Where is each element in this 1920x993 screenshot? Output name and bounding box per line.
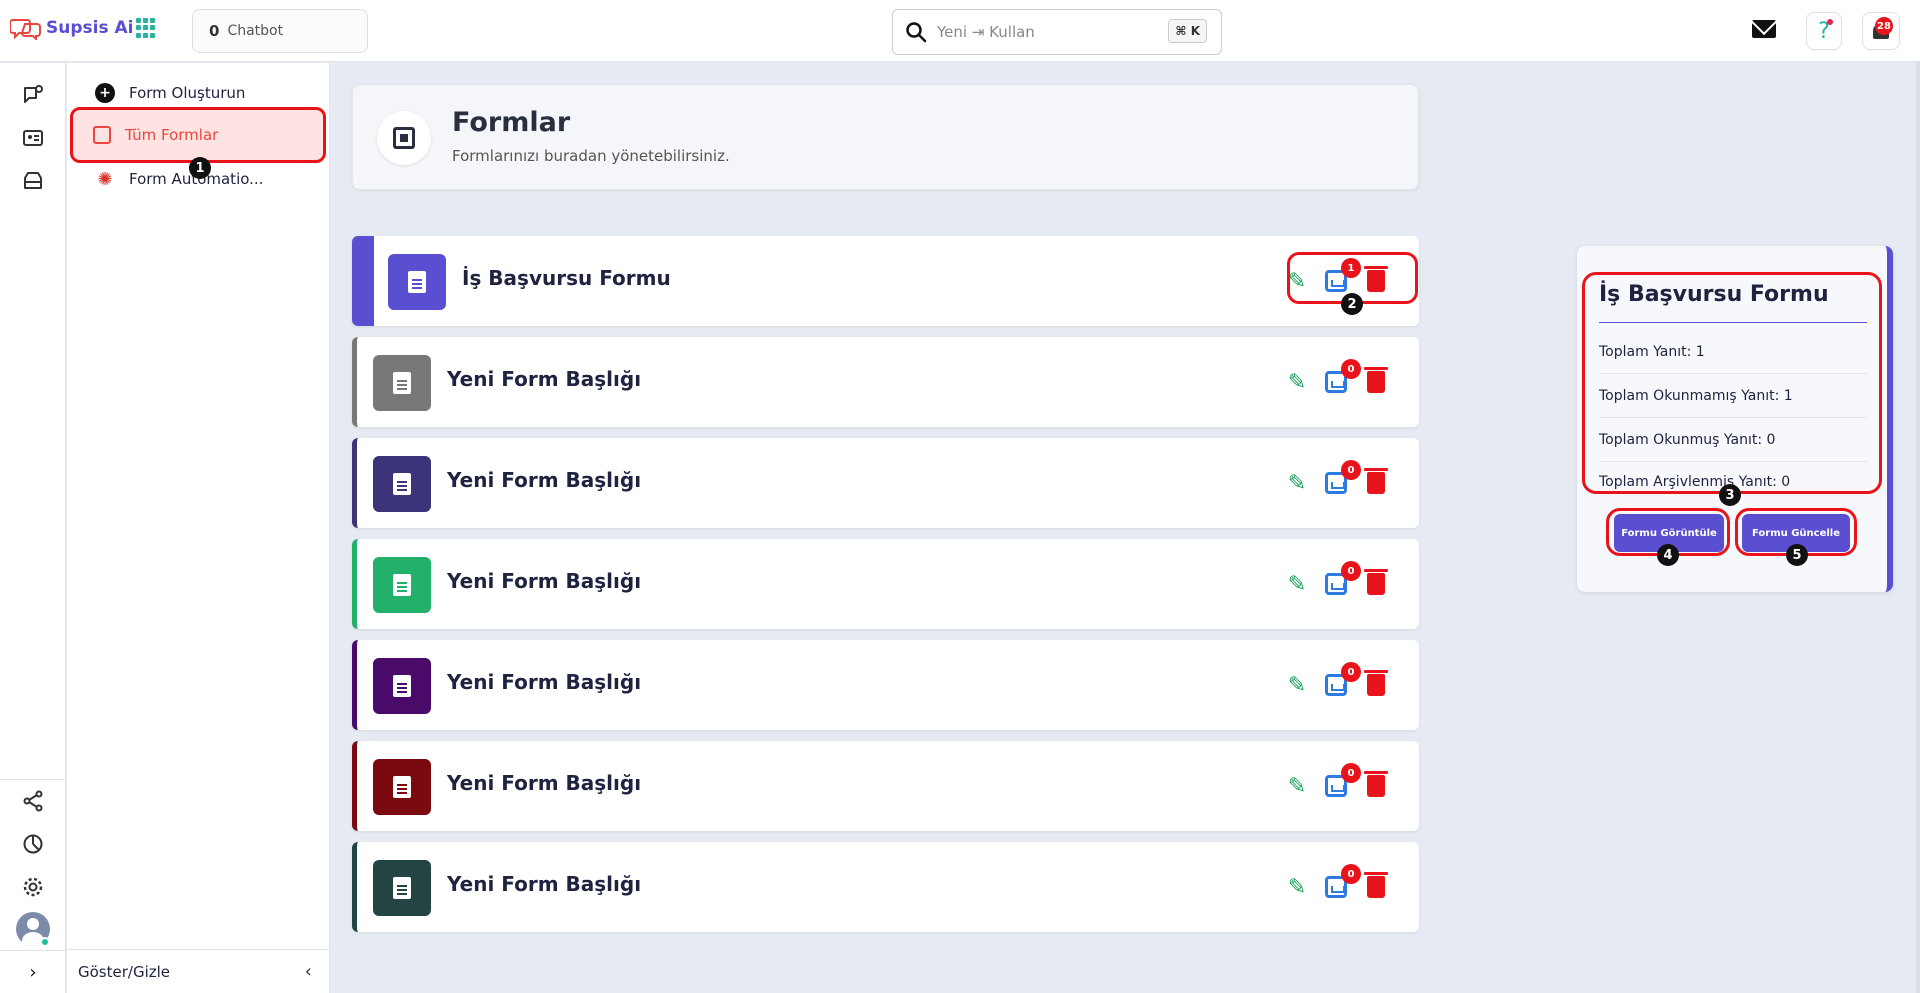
form-document-icon (373, 759, 431, 815)
form-actions: ✎ 0 (1285, 662, 1395, 702)
form-title[interactable]: Yeni Form Başlığı (447, 771, 641, 795)
forms-header-icon (377, 111, 431, 165)
sidebar-item-label: Tüm Formlar (125, 126, 219, 144)
notifications-button[interactable]: 28 (1862, 12, 1900, 50)
stat-total: Toplam Yanıt: 1 (1599, 330, 1867, 374)
edit-pencil-icon[interactable]: ✎ (1285, 371, 1309, 395)
form-row[interactable]: Yeni Form Başlığı ✎ 0 (352, 741, 1419, 831)
delete-trash-icon[interactable] (1364, 367, 1388, 393)
response-count-badge: 0 (1341, 662, 1361, 682)
brand-name: Supsis Ai (46, 18, 134, 38)
edit-pencil-icon[interactable]: ✎ (1285, 674, 1309, 698)
analytics-icon[interactable] (21, 832, 45, 856)
form-title[interactable]: Yeni Form Başlığı (447, 367, 641, 391)
edit-pencil-icon[interactable]: ✎ (1285, 472, 1309, 496)
help-dot (1827, 19, 1833, 25)
form-details-panel: İş Başvursu Formu Toplam Yanıt: 1 Toplam… (1577, 246, 1893, 592)
form-document-icon (373, 658, 431, 714)
form-row[interactable]: Yeni Form Başlığı ✎ 0 (352, 539, 1419, 629)
chatbot-label: Chatbot (227, 23, 284, 39)
chatbot-selector[interactable]: 0 Chatbot (192, 9, 368, 53)
form-document-icon (373, 860, 431, 916)
top-bar: Supsis Ai 0 Chatbot ⌘ K ? 28 (0, 0, 1920, 62)
form-title[interactable]: Yeni Form Başlığı (447, 468, 641, 492)
contact-card-icon[interactable] (21, 126, 45, 150)
chevron-left-icon[interactable]: ‹ (305, 961, 312, 982)
settings-gear-icon[interactable] (21, 875, 45, 899)
step-marker-3: 3 (1719, 484, 1741, 506)
step-marker-2: 2 (1341, 293, 1363, 315)
step-marker-5: 5 (1786, 544, 1808, 566)
share-icon[interactable] (21, 789, 45, 813)
icon-rail (0, 63, 66, 993)
form-title[interactable]: Yeni Form Başlığı (447, 872, 641, 896)
expand-chevron-icon[interactable]: › (0, 950, 66, 993)
delete-trash-icon[interactable] (1364, 569, 1388, 595)
online-status-dot (40, 937, 50, 947)
response-count-badge: 0 (1341, 561, 1361, 581)
form-actions: ✎ 0 (1285, 561, 1395, 601)
help-button[interactable]: ? (1806, 12, 1842, 50)
details-divider (1599, 322, 1867, 323)
delete-trash-icon[interactable] (1364, 670, 1388, 696)
form-actions: ✎ 0 (1285, 763, 1395, 803)
plus-circle-icon: + (95, 83, 115, 103)
notification-badge: 28 (1875, 17, 1893, 35)
page-title: Formlar (452, 107, 571, 138)
mail-icon[interactable] (1752, 20, 1776, 38)
form-title[interactable]: Yeni Form Başlığı (447, 569, 641, 593)
form-title[interactable]: İş Başvursu Formu (462, 266, 671, 290)
response-count-badge: 0 (1341, 460, 1361, 480)
toggle-sidebar[interactable]: Göster/Gizle ‹ (67, 949, 330, 993)
frame-icon (93, 126, 111, 144)
form-row[interactable]: Yeni Form Başlığı ✎ 0 (352, 842, 1419, 932)
toggle-sidebar-label: Göster/Gizle (78, 962, 171, 981)
sidebar-item-all-forms[interactable]: Tüm Formlar (70, 107, 326, 163)
form-document-icon (388, 254, 446, 310)
form-row[interactable]: Yeni Form Başlığı ✎ 0 (352, 640, 1419, 730)
search-shortcut: ⌘ K (1168, 19, 1207, 43)
logo-icon (10, 19, 41, 40)
details-title: İş Başvursu Formu (1599, 282, 1829, 307)
response-count-badge: 0 (1341, 864, 1361, 884)
stat-read: Toplam Okunmuş Yanıt: 0 (1599, 418, 1867, 462)
delete-trash-icon[interactable] (1364, 771, 1388, 797)
chat-icon[interactable] (21, 83, 45, 107)
response-count-badge: 0 (1341, 359, 1361, 379)
form-row[interactable]: Yeni Form Başlığı ✎ 0 (352, 438, 1419, 528)
rail-divider (0, 779, 66, 780)
delete-trash-icon[interactable] (1364, 872, 1388, 898)
search-icon (906, 22, 927, 43)
form-document-icon (373, 557, 431, 613)
edit-pencil-icon[interactable]: ✎ (1285, 775, 1309, 799)
automation-icon: ✺ (97, 168, 113, 190)
sidebar-item-label: Form Oluşturun (129, 84, 246, 102)
bell-icon: 28 (1873, 17, 1893, 39)
form-document-icon (373, 355, 431, 411)
delete-trash-icon[interactable] (1364, 468, 1388, 494)
edit-pencil-icon[interactable]: ✎ (1285, 876, 1309, 900)
form-actions: ✎ 0 (1285, 864, 1395, 904)
step-marker-4: 4 (1657, 544, 1679, 566)
search-box[interactable]: ⌘ K (892, 9, 1222, 55)
stat-unread: Toplam Okunmamış Yanıt: 1 (1599, 374, 1867, 418)
forms-sidebar: + Form Oluşturun Tüm Formlar 1 ✺ Form Au… (67, 63, 330, 993)
edit-pencil-icon[interactable]: ✎ (1285, 573, 1309, 597)
scrollbar-track[interactable] (1916, 62, 1920, 993)
form-row[interactable]: İş Başvursu Formu ✎ 1 (352, 236, 1419, 326)
brand-logo[interactable]: Supsis Ai (10, 16, 133, 40)
form-title[interactable]: Yeni Form Başlığı (447, 670, 641, 694)
search-input[interactable] (937, 23, 1157, 41)
page-header: Formlar Formlarınızı buradan yönetebilir… (352, 84, 1419, 190)
form-actions: ✎ 0 (1285, 460, 1395, 500)
apps-grid-icon[interactable] (136, 18, 156, 38)
form-row[interactable]: Yeni Form Başlığı ✎ 0 (352, 337, 1419, 427)
archive-icon[interactable] (21, 169, 45, 193)
chatbot-count: 0 (209, 22, 220, 40)
response-count-badge: 0 (1341, 763, 1361, 783)
step-marker-1: 1 (189, 157, 211, 179)
form-document-icon (373, 456, 431, 512)
page-subtitle: Formlarınızı buradan yönetebilirsiniz. (452, 147, 730, 165)
form-actions: ✎ 0 (1285, 359, 1395, 399)
